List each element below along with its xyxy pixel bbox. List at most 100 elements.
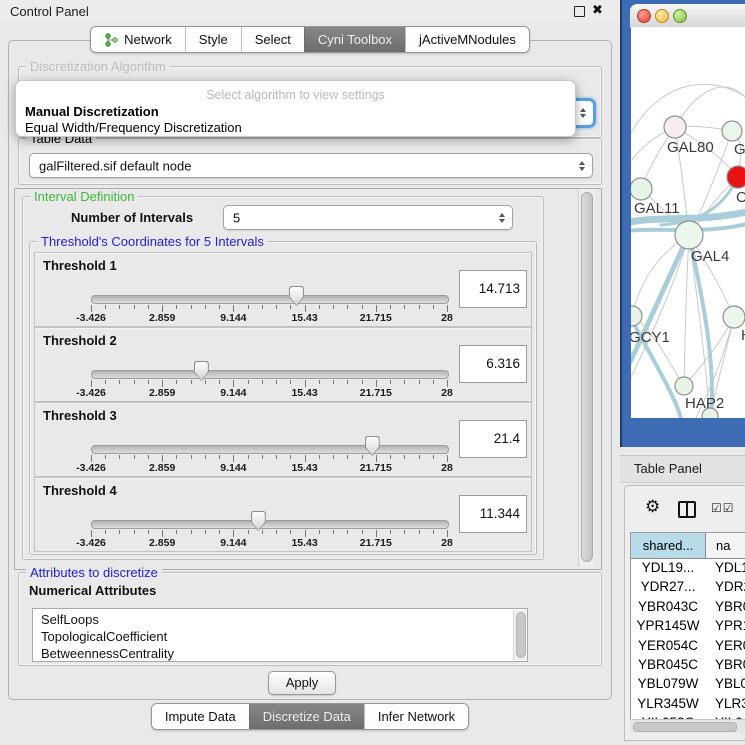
horizontal-scrollbar-thumb[interactable]	[633, 722, 737, 732]
table-panel-title: Table Panel	[634, 461, 702, 476]
attribute-item-topologicalcoefficient[interactable]: TopologicalCoefficient	[41, 629, 167, 644]
network-node[interactable]	[664, 116, 686, 138]
list-scrollbar[interactable]	[513, 610, 526, 660]
network-canvas[interactable]: GAL80GACGAL11GAL4GCY1HHAP2	[631, 27, 745, 418]
page-title: Control Panel	[10, 4, 89, 19]
threshold-4-slider-track[interactable]	[91, 520, 449, 529]
network-node[interactable]	[675, 377, 693, 395]
bottom-tab-impute-data[interactable]: Impute Data	[152, 704, 249, 729]
list-scrollbar-thumb[interactable]	[516, 612, 526, 658]
tab-style[interactable]: Style	[185, 27, 241, 52]
network-node-label: GA	[734, 141, 745, 158]
network-node[interactable]	[723, 306, 745, 328]
network-node[interactable]	[727, 166, 745, 188]
combo-arrows-icon	[499, 213, 505, 223]
threshold-2-slider-track[interactable]	[91, 370, 449, 379]
slider-axis-labels: -3.4262.8599.14415.4321.71528	[91, 312, 447, 324]
apply-button[interactable]: Apply	[268, 671, 336, 695]
tab-jactivemnodules[interactable]: jActiveMNodules	[405, 27, 529, 52]
cell-name: YBL0	[715, 676, 745, 691]
dropdown-option-manual-discretization[interactable]: Manual Discretization	[25, 104, 159, 119]
threshold-1-value-field[interactable]: 14.713	[459, 270, 527, 308]
zoom-traffic-light-icon[interactable]	[673, 9, 687, 23]
cell-name: YPR1	[715, 618, 745, 633]
close-icon[interactable]: ✖	[592, 2, 603, 18]
table-data-combobox[interactable]: galFiltered.sif default node	[29, 153, 593, 178]
bottom-tabbar: Impute Data Discretize DataInfer Network	[151, 703, 469, 730]
cell-shared-name: YER054C	[631, 638, 705, 653]
table-row[interactable]: YPR145WYPR1	[631, 618, 745, 637]
network-node-label: C	[736, 189, 745, 206]
network-icon	[104, 33, 119, 47]
cell-name: YLR3	[715, 696, 745, 711]
tab-cyni-toolbox-label: Cyni Toolbox	[318, 32, 392, 47]
vertical-scrollbar[interactable]	[578, 189, 594, 567]
interval-definition-title: Interval Definition	[30, 189, 138, 204]
threshold-2-value-field[interactable]: 6.316	[459, 345, 527, 383]
network-node-label: GAL4	[691, 248, 729, 265]
cell-name: YBR0	[715, 599, 745, 614]
number-of-intervals-value: 5	[233, 210, 240, 225]
network-node-label: H	[741, 327, 745, 344]
threshold-3-slider-track[interactable]	[91, 445, 449, 454]
top-tabbar: Network Style Select Cyni Toolbox jActiveMNo…	[90, 26, 530, 53]
network-node-label: GAL11	[634, 200, 680, 217]
cell-shared-name: YBR043C	[631, 599, 705, 614]
table-panel-body: ⚙ ☑☑ shared... na YDL19...YDL1YDR27...YD…	[624, 485, 745, 741]
float-window-icon[interactable]	[574, 6, 585, 17]
network-node[interactable]	[631, 178, 652, 200]
table-data-group: Table Data galFiltered.sif default node	[18, 138, 602, 185]
network-window-titlebar[interactable]	[630, 4, 745, 28]
table-row[interactable]: YLR345W YLR3	[631, 696, 745, 715]
combo-arrows-icon	[580, 108, 586, 118]
cell-shared-name: YBR045C	[631, 657, 705, 672]
threshold-1-panel: Threshold 1-3.4262.8599.14415.4321.71528…	[34, 252, 532, 327]
network-edge-thick	[631, 235, 689, 372]
close-traffic-light-icon[interactable]	[637, 9, 651, 23]
cell-shared-name: YLR345W	[631, 696, 705, 711]
table-data-value: galFiltered.sif default node	[39, 158, 191, 173]
threshold-1-slider-track[interactable]	[91, 295, 449, 304]
network-node[interactable]	[675, 221, 703, 249]
dropdown-option-equal-width-frequency[interactable]: Equal Width/Frequency Discretization	[25, 120, 242, 135]
numerical-attributes-list[interactable]: SelfLoops TopologicalCoefficient Betweenne…	[32, 608, 528, 662]
bottom-tab-discretize-data[interactable]: Discretize Data	[249, 704, 364, 729]
threshold-3-value-field[interactable]: 21.4	[459, 420, 527, 458]
network-node[interactable]	[631, 306, 642, 326]
table-panel-titlebar: Table Panel	[620, 455, 745, 483]
tab-network-label: Network	[124, 32, 172, 47]
table-row[interactable]: YBL079WYBL0	[631, 676, 745, 695]
attribute-item-betweennesscentrality[interactable]: BetweennessCentrality	[41, 646, 174, 661]
table-row[interactable]: YDR27...YDR2	[631, 579, 745, 598]
threshold-4-label: Threshold 4	[43, 483, 117, 498]
bottom-tab-infer-network[interactable]: Infer Network	[364, 704, 468, 729]
tab-cyni-toolbox[interactable]: Cyni Toolbox	[304, 27, 405, 52]
threshold-2-label: Threshold 2	[43, 333, 117, 348]
tab-select[interactable]: Select	[241, 27, 304, 52]
minimize-traffic-light-icon[interactable]	[655, 9, 669, 23]
tab-jactivemnodules-label: jActiveMNodules	[419, 32, 516, 47]
number-of-intervals-combobox[interactable]: 5	[223, 205, 513, 230]
checkboxes-icon[interactable]: ☑☑	[711, 501, 735, 515]
table-row[interactable]: YBR045CYBR0	[631, 657, 745, 676]
threshold-4-value-field[interactable]: 11.344	[459, 495, 527, 533]
slider-axis-labels: -3.4262.8599.14415.4321.71528	[91, 537, 447, 549]
columns-icon[interactable]	[678, 501, 696, 518]
tab-network[interactable]: Network	[91, 27, 185, 52]
gear-icon[interactable]: ⚙	[645, 499, 660, 516]
tab-style-label: Style	[199, 32, 228, 47]
table-row[interactable]: YBR043C YBR0	[631, 599, 745, 618]
table-row[interactable]: YDL19...YDL1	[631, 560, 745, 579]
threshold-2-panel: Threshold 2-3.4262.8599.14415.4321.71528…	[34, 327, 532, 402]
vertical-scrollbar-thumb[interactable]	[581, 192, 593, 562]
number-of-intervals-label: Number of Intervals	[71, 210, 193, 225]
attribute-item-selfloops[interactable]: SelfLoops	[41, 612, 99, 627]
cell-name: YDR2	[715, 579, 745, 594]
horizontal-scrollbar[interactable]	[630, 719, 745, 733]
node-table[interactable]: shared... na YDL19...YDL1YDR27...YDR2YBR…	[630, 532, 745, 721]
column-header-name[interactable]: na	[706, 533, 745, 559]
column-header-shared-name[interactable]: shared...	[631, 533, 706, 559]
bottom-tab-impute-data-label: Impute Data	[165, 709, 236, 724]
table-row[interactable]: YER054CYER0	[631, 638, 745, 657]
network-node[interactable]	[722, 121, 742, 141]
